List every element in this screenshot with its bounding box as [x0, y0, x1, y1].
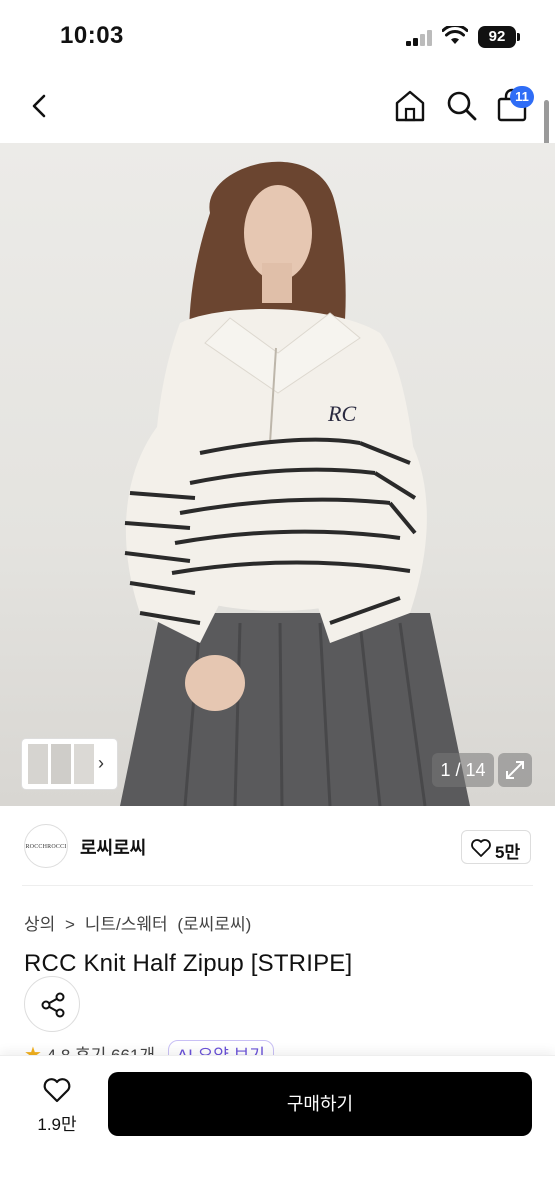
home-icon[interactable] — [392, 88, 428, 124]
brand-logo[interactable]: ROCCHROCCI — [24, 824, 68, 868]
image-counter: 1 / 14 — [432, 753, 494, 787]
heart-icon — [43, 1078, 71, 1103]
top-navigation: 11 — [0, 70, 555, 143]
cart-count-badge: 11 — [510, 86, 534, 108]
cellular-signal-icon — [406, 30, 432, 46]
bottom-action-bar: 1.9만 구매하기 — [0, 1055, 555, 1200]
breadcrumb-category[interactable]: 상의 — [24, 915, 55, 934]
thumbnail[interactable] — [28, 744, 48, 784]
share-icon — [41, 992, 65, 1018]
brand-like-button[interactable]: 5만 — [461, 830, 531, 864]
wishlist-count: 1.9만 — [37, 1115, 77, 1134]
wifi-icon — [442, 26, 468, 44]
battery-indicator: 92 — [478, 26, 516, 48]
breadcrumb: 상의 > 니트/스웨터 (로씨로씨) — [24, 910, 256, 935]
battery-tip — [517, 33, 520, 41]
breadcrumb-brand[interactable]: (로씨로씨) — [177, 915, 251, 934]
share-button[interactable] — [24, 976, 80, 1032]
expand-arrows-icon — [506, 761, 524, 779]
rating-row[interactable]: ★ 4.8 후기 661개 AI 요약 보기 — [24, 1040, 274, 1056]
wishlist-button[interactable]: 1.9만 — [28, 1074, 86, 1138]
breadcrumb-separator: > — [65, 915, 75, 934]
brand-name[interactable]: 로씨로씨 — [80, 834, 146, 860]
buy-button[interactable]: 구매하기 — [108, 1072, 532, 1136]
breadcrumb-subcategory[interactable]: 니트/스웨터 — [85, 915, 168, 934]
gallery-thumbnails[interactable]: › — [22, 739, 117, 789]
expand-button[interactable] — [498, 753, 532, 787]
thumbnail[interactable] — [51, 744, 71, 784]
product-image-gallery[interactable]: RC › 1 / 14 — [0, 143, 555, 806]
product-title: RCC Knit Half Zipup [STRIPE] — [24, 950, 353, 977]
heart-icon — [471, 839, 491, 857]
thumbnail[interactable] — [74, 744, 94, 784]
status-time: 10:03 — [60, 22, 124, 49]
product-photo: RC — [120, 161, 470, 806]
status-bar: 10:03 92 — [0, 0, 555, 70]
svg-text:RC: RC — [327, 401, 356, 426]
chevron-right-icon[interactable]: › — [98, 753, 104, 774]
ai-summary-button[interactable]: AI 요약 보기 — [167, 1040, 274, 1056]
brand-row: ROCCHROCCI 로씨로씨 5만 — [22, 806, 533, 886]
search-icon[interactable] — [444, 88, 480, 124]
brand-like-count: 5만 — [495, 843, 521, 862]
back-chevron-icon[interactable] — [26, 90, 54, 122]
